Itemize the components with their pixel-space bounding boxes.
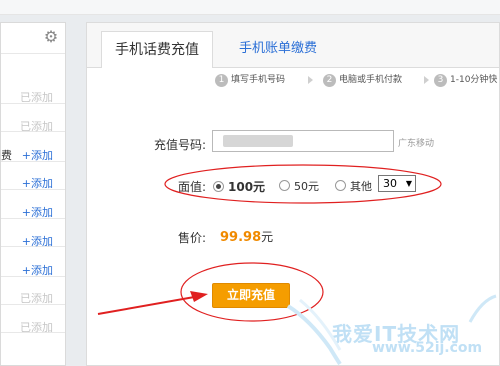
price-unit: 元 (261, 230, 274, 244)
radio-icon (279, 180, 290, 191)
step-number: 2 (323, 74, 336, 87)
step-label: 1-10分钟快 (450, 75, 498, 85)
step-arrow-icon (308, 76, 313, 84)
dropdown-arrow-icon: ▼ (405, 179, 412, 188)
carrier-label: 广东移动 (398, 139, 435, 149)
radio-checked-icon (213, 181, 224, 192)
sidebar-item-added: 已添加 (20, 120, 53, 133)
option-label: 50元 (294, 180, 319, 193)
step-2: 2 电脑或手机付款 (323, 72, 402, 87)
sidebar-item-added: 已添加 (20, 292, 53, 305)
watermark-url: www.52ij.com (372, 340, 483, 356)
option-100[interactable]: 100元 (213, 178, 265, 195)
sidebar-item-added: 已添加 (20, 321, 53, 334)
option-label: 其他 (350, 180, 372, 193)
price-value: 99.98 (220, 230, 262, 245)
sidebar-item-add[interactable]: +添加 (22, 204, 53, 220)
sidebar-item-add[interactable]: +添加 (22, 233, 53, 249)
sidebar-item-add[interactable]: +添加 (22, 262, 53, 278)
select-value: 30 (383, 177, 397, 190)
step-number: 3 (434, 74, 447, 87)
tab-phone-bill[interactable]: 手机账单缴费 (233, 31, 323, 67)
step-1: 1 填写手机号码 (215, 72, 285, 87)
sidebar-divider (1, 53, 65, 54)
other-value-select[interactable]: 30 ▼ (378, 175, 416, 192)
face-value-label: 面值: (177, 180, 206, 194)
step-label: 填写手机号码 (231, 75, 286, 85)
sidebar: ⚙ 已添加 已添加 费 +添加 +添加 +添加 +添加 +添加 已添加 已添加 (0, 22, 66, 366)
step-label: 电脑或手机付款 (339, 75, 403, 85)
option-other[interactable]: 其他 (335, 178, 372, 194)
price: 99.98元 (220, 228, 273, 245)
sidebar-item-prefix: 费 (1, 149, 12, 162)
recharge-now-button[interactable]: 立即充值 (212, 283, 290, 308)
sidebar-item-add[interactable]: +添加 (22, 175, 53, 191)
sidebar-item-add[interactable]: +添加 (22, 147, 53, 163)
tab-phone-recharge[interactable]: 手机话费充值 (101, 31, 213, 68)
radio-icon (335, 180, 346, 191)
phone-number-value (223, 135, 293, 147)
tab-bar: 手机话费充值 手机账单缴费 (87, 23, 499, 68)
sidebar-item-added: 已添加 (20, 91, 53, 104)
gear-icon[interactable]: ⚙ (41, 27, 61, 47)
phone-number-input[interactable] (212, 130, 394, 152)
top-bar (0, 0, 500, 15)
step-number: 1 (215, 74, 228, 87)
step-3: 3 1-10分钟快 (434, 72, 497, 87)
option-50[interactable]: 50元 (279, 178, 319, 194)
step-arrow-icon (424, 76, 429, 84)
phone-label: 充值号码: (153, 138, 206, 152)
price-label: 售价: (177, 231, 206, 245)
option-label: 100元 (228, 180, 266, 194)
